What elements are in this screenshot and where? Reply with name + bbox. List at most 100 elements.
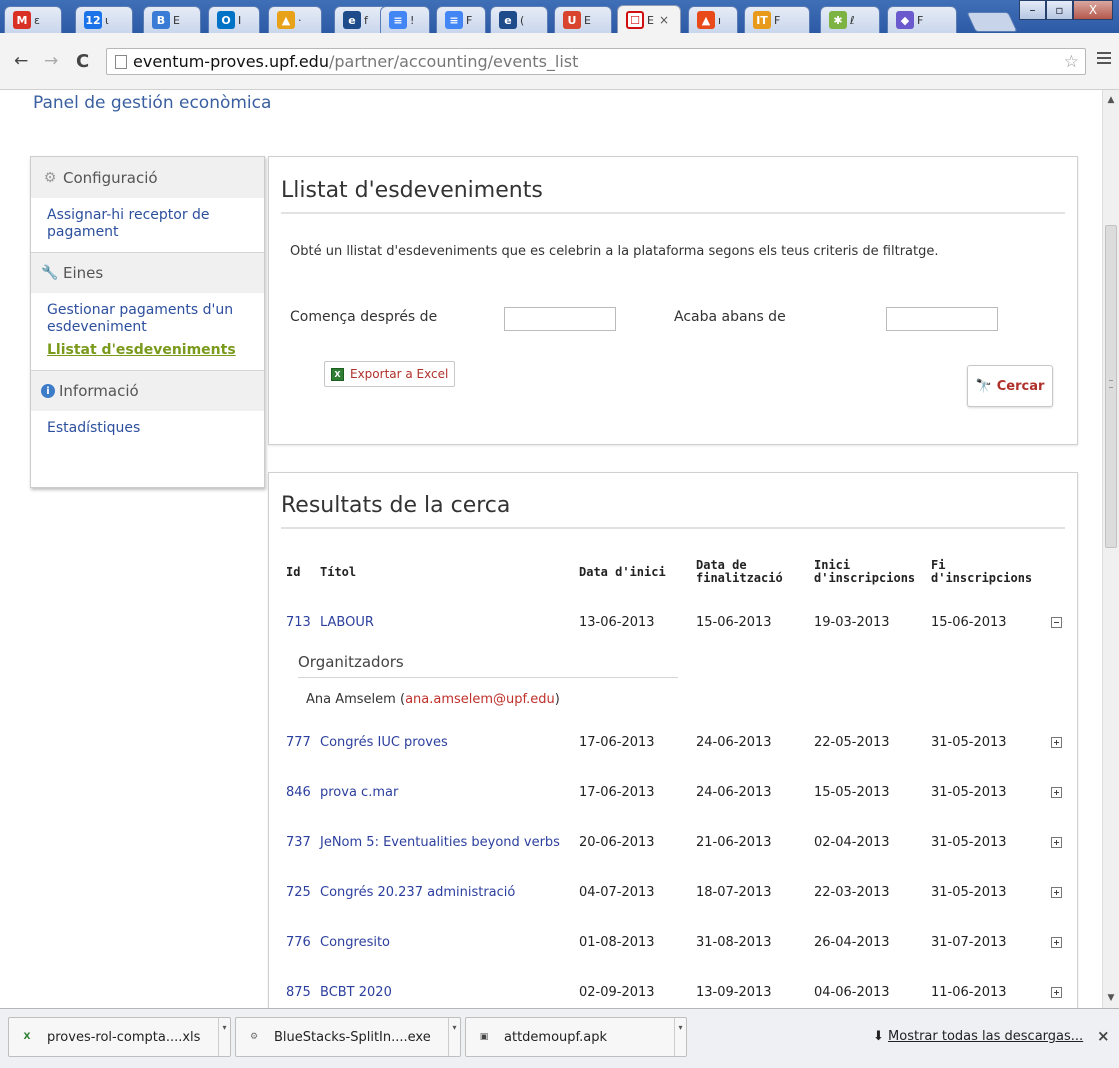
gear-icon: ⚙: [43, 169, 57, 186]
cell-title[interactable]: prova c.mar: [320, 767, 579, 817]
browser-tab-6[interactable]: ≡!: [380, 6, 430, 33]
cell-reg-start: 22-05-2013: [814, 734, 890, 750]
browser-tab-7[interactable]: ≡ F: [436, 6, 486, 33]
table-row: 777 Congrés IUC proves 17-06-2013 24-06-201…: [286, 717, 1066, 767]
column-header-end[interactable]: Data de finalització: [696, 547, 814, 597]
expand-icon[interactable]: [1050, 836, 1062, 848]
sidebar-link[interactable]: Gestionar pagaments d'un esdeveniment: [31, 299, 264, 339]
browser-tab-9[interactable]: UE: [554, 6, 612, 33]
cell-title[interactable]: Congrés 20.237 administració: [320, 867, 579, 917]
download-menu-caret-icon[interactable]: ▾: [448, 1018, 460, 1056]
download-menu-caret-icon[interactable]: ▾: [674, 1018, 686, 1056]
tab-title: E: [173, 13, 180, 27]
address-bar[interactable]: eventum-proves.upf.edu/partner/accountin…: [106, 48, 1086, 75]
maximize-button[interactable]: ▫: [1046, 0, 1073, 20]
cell-title[interactable]: JeNom 5: Eventualities beyond verbs: [320, 817, 579, 867]
tab-title: ·: [298, 13, 302, 27]
start-date-input[interactable]: [504, 307, 616, 331]
export-excel-button[interactable]: X Exportar a Excel: [324, 361, 456, 387]
cell-reg-end: 31-05-2013: [931, 784, 1007, 800]
end-date-label: Acaba abans de: [674, 309, 786, 325]
column-header-id[interactable]: Id: [286, 547, 320, 597]
column-header-title[interactable]: Títol: [320, 547, 579, 597]
browser-tab-2[interactable]: BE: [143, 6, 201, 33]
scroll-down-arrow-icon[interactable]: ▼: [1103, 990, 1119, 1006]
cell-reg-start: 26-04-2013: [814, 934, 890, 950]
row-toggle-cell: [1046, 717, 1066, 767]
scroll-up-arrow-icon[interactable]: ▲: [1103, 92, 1119, 108]
show-all-downloads-link[interactable]: ⬇ Mostrar todas las descargas...: [873, 1029, 1083, 1044]
end-date-input[interactable]: [886, 307, 998, 331]
cell-title[interactable]: LABOUR: [320, 597, 579, 647]
search-button[interactable]: 🔭 Cercar: [967, 365, 1053, 407]
browser-tab-10[interactable]: ☐ E ×: [617, 5, 681, 34]
filter-panel: Llistat d'esdeveniments Obté un llistat …: [268, 156, 1078, 445]
browser-tab-4[interactable]: ▲ ·: [268, 6, 322, 33]
back-button[interactable]: ←: [14, 51, 28, 71]
browser-tab-13[interactable]: ✱ ℓ: [820, 6, 880, 33]
cell-id[interactable]: 875: [286, 967, 320, 1008]
sidebar-link[interactable]: Estadístiques: [31, 417, 264, 440]
organizer-entry: Ana Amselem (ana.amselem@upf.edu): [306, 692, 560, 707]
sidebar-link[interactable]: Llistat d'esdeveniments: [31, 339, 264, 362]
browser-tab-11[interactable]: ▲ ı: [688, 6, 738, 33]
row-toggle-cell: [1046, 597, 1066, 647]
expand-icon[interactable]: [1050, 786, 1062, 798]
new-tab-button[interactable]: [966, 12, 1018, 32]
cell-id[interactable]: 777: [286, 717, 320, 767]
sidebar-link[interactable]: Assignar-hi receptor de pagament: [31, 204, 264, 244]
browser-tab-3[interactable]: OI: [208, 6, 260, 33]
close-downloads-icon[interactable]: ×: [1097, 1027, 1110, 1045]
start-date-label: Comença després de: [290, 309, 438, 325]
download-menu-caret-icon[interactable]: ▾: [218, 1018, 230, 1056]
browser-tab-8[interactable]: e(: [490, 6, 548, 33]
tab-favicon-icon: M: [13, 11, 31, 29]
reload-button[interactable]: C: [76, 51, 89, 72]
cell-id[interactable]: 725: [286, 867, 320, 917]
tab-favicon-icon: IT: [753, 11, 771, 29]
browser-tab-1[interactable]: 12 ι: [75, 6, 133, 33]
expand-icon[interactable]: [1050, 886, 1062, 898]
forward-button[interactable]: →: [44, 51, 58, 71]
cell-start: 13-06-2013: [579, 614, 655, 630]
browser-tab-12[interactable]: IT F: [744, 6, 810, 33]
cell-id[interactable]: 776: [286, 917, 320, 967]
sidebar-link-group: Gestionar pagaments d'un esdeveniment Lli…: [31, 293, 264, 370]
organizer-email-link[interactable]: ana.amselem@upf.edu: [405, 692, 555, 707]
cell-title[interactable]: Congrés IUC proves: [320, 717, 579, 767]
download-item[interactable]: ▣ attdemoupf.apk ▾: [465, 1017, 687, 1057]
cell-id[interactable]: 713: [286, 597, 320, 647]
cell-id[interactable]: 737: [286, 817, 320, 867]
collapse-icon[interactable]: [1050, 616, 1062, 628]
column-header-reg-start[interactable]: Inici d'inscripcions: [814, 547, 931, 597]
cell-start: 17-06-2013: [579, 734, 655, 750]
browser-tab-14[interactable]: ◆ F: [887, 6, 957, 33]
close-tab-icon[interactable]: ×: [659, 13, 669, 27]
cell-id[interactable]: 846: [286, 767, 320, 817]
minimize-button[interactable]: –: [1019, 0, 1046, 20]
sidebar-section-wrench: 🔧 Eines: [31, 252, 264, 293]
tab-favicon-icon: e: [343, 11, 361, 29]
expand-icon[interactable]: [1050, 936, 1062, 948]
organizers-title: Organitzadors: [298, 653, 678, 678]
download-item[interactable]: ⚙ BlueStacks-SplitIn....exe ▾: [235, 1017, 461, 1057]
sidebar-section-title: Configuració: [63, 168, 158, 187]
close-window-button[interactable]: X: [1073, 0, 1113, 20]
browser-tab-0[interactable]: Mε: [4, 6, 62, 33]
menu-icon[interactable]: [1097, 52, 1111, 67]
download-item[interactable]: Xproves-rol-compta....xls ▾: [8, 1017, 231, 1057]
column-header-start[interactable]: Data d'inici: [579, 547, 696, 597]
tab-favicon-icon: e: [499, 11, 517, 29]
expand-icon[interactable]: [1050, 986, 1062, 998]
cell-title[interactable]: BCBT 2020: [320, 967, 579, 1008]
expand-icon[interactable]: [1050, 736, 1062, 748]
tab-favicon-icon: ≡: [445, 11, 463, 29]
sidebar: ⚙ Configuració Assignar-hi receptor de pag…: [30, 156, 265, 488]
cell-title[interactable]: Congresito: [320, 917, 579, 967]
bookmark-star-icon[interactable]: ☆: [1064, 52, 1079, 72]
table-row: 737 JeNom 5: Eventualities beyond verbs 20…: [286, 817, 1066, 867]
binoculars-icon: 🔭: [975, 378, 992, 394]
tab-favicon-icon: ◆: [896, 11, 914, 29]
vertical-scrollbar[interactable]: ▲ ▼: [1102, 90, 1119, 1008]
column-header-reg-end[interactable]: Fi d'inscripcions: [931, 547, 1046, 597]
